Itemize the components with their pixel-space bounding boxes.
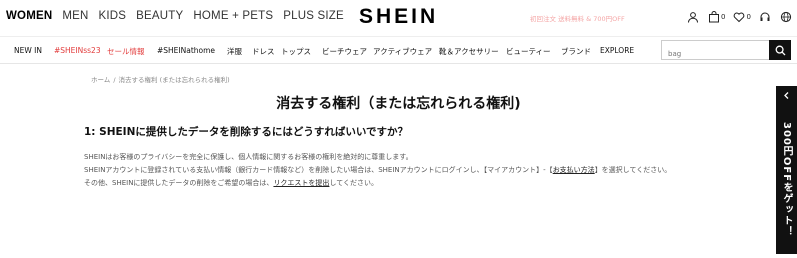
coupon-side-tab-label: 300円OFFをゲット！ bbox=[781, 122, 792, 238]
category-clothing[interactable]: 洋服 bbox=[227, 46, 242, 57]
paragraph-request-pre: その他、SHEINに提供したデータの削除をご希望の場合は、 bbox=[84, 179, 274, 187]
top-bar: WOMEN MEN KIDS BEAUTY HOME + PETS PLUS S… bbox=[0, 0, 797, 36]
breadcrumb-home[interactable]: ホーム bbox=[91, 76, 110, 84]
category-brands[interactable]: ブランド bbox=[561, 46, 591, 57]
category-shoes-accessories[interactable]: 靴＆アクセサリー bbox=[439, 46, 499, 57]
category-explore[interactable]: EXPLORE bbox=[600, 46, 634, 55]
category-sheinathome[interactable]: #SHEINathome bbox=[157, 46, 215, 55]
category-new-in[interactable]: NEW IN bbox=[14, 46, 42, 55]
breadcrumb-separator: / bbox=[113, 76, 116, 84]
page-title: 消去する権利（または忘れられる権利) bbox=[276, 96, 521, 112]
wishlist-count: 0 bbox=[746, 13, 751, 21]
search-button[interactable] bbox=[769, 40, 791, 60]
top-nav: WOMEN MEN KIDS BEAUTY HOME + PETS PLUS S… bbox=[6, 10, 344, 22]
cart-count: 0 bbox=[721, 13, 726, 21]
paragraph-payment-pre: SHEINアカウントに登録されている支払い情報（銀行カード情報など）を削除したい… bbox=[84, 166, 553, 174]
paragraph-request: その他、SHEINに提供したデータの削除をご希望の場合は、リクエストを提出してく… bbox=[84, 178, 378, 188]
category-sale[interactable]: セール情報 bbox=[107, 46, 145, 57]
paragraph-request-post: してください。 bbox=[329, 179, 379, 187]
category-beachwear[interactable]: ビーチウェア bbox=[322, 46, 367, 57]
top-nav-men[interactable]: MEN bbox=[62, 10, 88, 22]
cart-icon[interactable] bbox=[707, 10, 721, 24]
breadcrumb-current: 消去する権利 (または忘れられる権利) bbox=[118, 76, 230, 84]
category-beauty[interactable]: ビューティー bbox=[506, 46, 551, 57]
category-activewear[interactable]: アクティブウェア bbox=[373, 46, 432, 57]
promo-text[interactable]: 初回注文 送料無料 & 700円OFF bbox=[530, 13, 625, 23]
top-nav-kids[interactable]: KIDS bbox=[99, 10, 127, 22]
category-sheinss23[interactable]: #SHEINss23 bbox=[54, 46, 101, 55]
globe-icon[interactable] bbox=[779, 10, 793, 24]
headset-icon[interactable] bbox=[758, 10, 772, 24]
paragraph-privacy-text: SHEINはお客様のプライバシーを完全に保護し、個人情報に関するお客様の権利を絶… bbox=[84, 153, 413, 161]
breadcrumb: ホーム / 消去する権利 (または忘れられる権利) bbox=[91, 74, 230, 84]
search-input[interactable] bbox=[662, 45, 769, 63]
category-tops[interactable]: トップス bbox=[281, 46, 311, 57]
submit-request-link[interactable]: リクエストを提出 bbox=[273, 179, 329, 187]
category-dresses[interactable]: ドレス bbox=[252, 46, 275, 57]
top-nav-home-pets[interactable]: HOME + PETS bbox=[193, 10, 273, 22]
wishlist-icon[interactable] bbox=[732, 10, 746, 24]
paragraph-payment: SHEINアカウントに登録されている支払い情報（銀行カード情報など）を削除したい… bbox=[84, 165, 671, 175]
header-icons: 0 0 bbox=[686, 10, 793, 24]
shein-logo[interactable]: SHEIN bbox=[359, 5, 438, 29]
section-heading: 1: SHEINに提供したデータを削除するにはどうすればいいですか？ bbox=[84, 126, 409, 138]
chevron-left-icon[interactable] bbox=[776, 86, 797, 104]
search-box bbox=[661, 40, 769, 63]
user-icon[interactable] bbox=[686, 10, 700, 24]
coupon-side-tab[interactable]: 300円OFFをゲット！ bbox=[776, 86, 797, 254]
paragraph-payment-post: 】を選択してください。 bbox=[594, 166, 672, 174]
top-nav-beauty[interactable]: BEAUTY bbox=[136, 10, 183, 22]
search-icon bbox=[775, 45, 786, 56]
payment-method-link[interactable]: お支払い方法 bbox=[553, 166, 595, 174]
top-nav-women[interactable]: WOMEN bbox=[6, 10, 52, 22]
top-nav-plus-size[interactable]: PLUS SIZE bbox=[283, 10, 344, 22]
paragraph-privacy: SHEINはお客様のプライバシーを完全に保護し、個人情報に関するお客様の権利を絶… bbox=[84, 152, 413, 162]
